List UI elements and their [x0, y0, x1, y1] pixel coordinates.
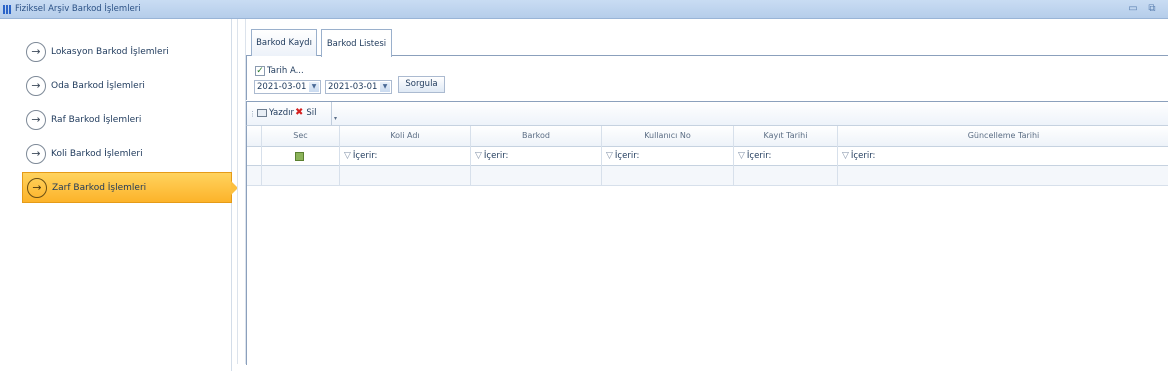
- row-indicator-filter: [247, 147, 262, 166]
- select-all-checkbox[interactable]: [295, 152, 304, 161]
- column-header-kayit-tarihi[interactable]: Kayıt Tarihi: [734, 126, 838, 147]
- sidebar-item-label: Raf Barkod İşlemleri: [51, 114, 142, 125]
- delete-x-icon: ✖: [295, 107, 304, 118]
- filter-operator: İçerir:: [483, 151, 509, 161]
- filter-cell-guncelleme-tarihi[interactable]: ▽ İçerir:: [838, 147, 1168, 166]
- tab-barkod-kaydi[interactable]: Barkod Kaydı: [251, 29, 317, 56]
- delete-button[interactable]: ✖ Sil: [295, 107, 317, 118]
- sidebar-item-label: Zarf Barkod İşlemleri: [52, 182, 147, 193]
- table-cell[interactable]: [262, 166, 340, 186]
- new-item-row[interactable]: [247, 166, 1168, 186]
- dropdown-arrow-icon[interactable]: ▼: [380, 82, 390, 92]
- table-cell[interactable]: [602, 166, 734, 186]
- sidebar-item-label: Lokasyon Barkod İşlemleri: [51, 46, 169, 57]
- table-cell[interactable]: [471, 166, 602, 186]
- delete-label: Sil: [306, 107, 317, 118]
- table-cell[interactable]: [340, 166, 471, 186]
- filter-operator: İçerir:: [850, 151, 876, 161]
- sidebar-item-raf[interactable]: → Raf Barkod İşlemleri: [22, 104, 232, 135]
- grid-toolbar: ⋮ Yazdır ✖ Sil ▾: [246, 101, 1168, 126]
- column-header-guncelleme-tarihi[interactable]: Güncelleme Tarihi: [838, 126, 1168, 147]
- filter-cell-kayit-tarihi[interactable]: ▽ İçerir:: [734, 147, 838, 166]
- start-date-field[interactable]: 2021-03-01 ▼: [254, 80, 321, 94]
- filter-icon[interactable]: ▽: [475, 151, 482, 161]
- table-cell[interactable]: [838, 166, 1168, 186]
- grid-filter-row: ▽ İçerir: ▽ İçerir: ▽ İçerir: ▽ İçerir: ▽ İçe…: [247, 147, 1168, 166]
- filter-cell-kullanici-no[interactable]: ▽ İçerir:: [602, 147, 734, 166]
- row-indicator-header: [247, 126, 262, 147]
- sidebar-item-lokasyon[interactable]: → Lokasyon Barkod İşlemleri: [22, 36, 232, 67]
- sidebar-nav: → Lokasyon Barkod İşlemleri → Oda Barkod…: [0, 19, 238, 371]
- toolbar-grip-icon[interactable]: ⋮: [249, 110, 256, 118]
- window-title: Fiziksel Arşiv Barkod İşlemleri: [15, 4, 141, 14]
- data-grid: Sec Koli Adı Barkod Kullanıcı No Kayıt T…: [246, 125, 1168, 365]
- start-date-value: 2021-03-01: [257, 82, 307, 92]
- filter-icon[interactable]: ▽: [344, 151, 351, 161]
- column-header-barkod[interactable]: Barkod: [471, 126, 602, 147]
- table-cell[interactable]: [734, 166, 838, 186]
- filter-cell-koli-adi[interactable]: ▽ İçerir:: [340, 147, 471, 166]
- grid-header-row: Sec Koli Adı Barkod Kullanıcı No Kayıt T…: [247, 126, 1168, 147]
- date-filter-toggle[interactable]: ✓ Tarih A...: [255, 66, 304, 76]
- tab-container: Barkod Kaydı Barkod Listesi ✓ Tarih A...…: [246, 19, 1168, 365]
- filter-icon[interactable]: ▽: [842, 151, 849, 161]
- end-date-value: 2021-03-01: [328, 82, 378, 92]
- row-indicator: [247, 166, 262, 186]
- print-button[interactable]: Yazdır: [257, 108, 294, 118]
- title-bar: Fiziksel Arşiv Barkod İşlemleri ▭ ⧉: [0, 0, 1168, 19]
- arrow-right-icon: →: [26, 143, 46, 164]
- tab-barkod-listesi[interactable]: Barkod Listesi: [321, 29, 392, 57]
- tab-strip: Barkod Kaydı Barkod Listesi: [246, 19, 1168, 57]
- sidebar-item-zarf[interactable]: → Zarf Barkod İşlemleri: [22, 172, 238, 203]
- sidebar-item-label: Oda Barkod İşlemleri: [51, 80, 145, 91]
- toolbar-overflow-icon[interactable]: ▾: [331, 102, 339, 126]
- sidebar-item-koli[interactable]: → Koli Barkod İşlemleri: [22, 138, 232, 169]
- printer-icon: [257, 109, 267, 117]
- query-button[interactable]: Sorgula: [398, 76, 445, 93]
- splitter[interactable]: [237, 19, 246, 364]
- minimize-button[interactable]: ▭: [1127, 3, 1139, 15]
- restore-button[interactable]: ⧉: [1146, 3, 1158, 15]
- filter-operator: İçerir:: [746, 151, 772, 161]
- arrow-right-icon: →: [26, 75, 46, 96]
- date-filter-label: Tarih A...: [267, 66, 304, 76]
- column-header-koli-adi[interactable]: Koli Adı: [340, 126, 471, 147]
- dropdown-arrow-icon[interactable]: ▼: [309, 82, 319, 92]
- end-date-field[interactable]: 2021-03-01 ▼: [325, 80, 392, 94]
- filter-icon[interactable]: ▽: [738, 151, 745, 161]
- print-label: Yazdır: [269, 108, 294, 118]
- filter-panel: ✓ Tarih A... 2021-03-01 ▼ 2021-03-01 ▼ S…: [246, 56, 1168, 100]
- column-header-sec[interactable]: Sec: [262, 126, 340, 147]
- date-filter-checkbox[interactable]: ✓: [255, 66, 265, 76]
- sidebar-item-oda[interactable]: → Oda Barkod İşlemleri: [22, 70, 232, 101]
- filter-operator: İçerir:: [352, 151, 378, 161]
- arrow-right-icon: →: [27, 177, 47, 198]
- select-all-cell[interactable]: [262, 147, 340, 166]
- sidebar-item-label: Koli Barkod İşlemleri: [51, 148, 143, 159]
- filter-cell-barkod[interactable]: ▽ İçerir:: [471, 147, 602, 166]
- filter-operator: İçerir:: [614, 151, 640, 161]
- filter-icon[interactable]: ▽: [606, 151, 613, 161]
- column-header-kullanici-no[interactable]: Kullanıcı No: [602, 126, 734, 147]
- app-icon: [3, 5, 13, 14]
- arrow-right-icon: →: [26, 109, 46, 130]
- arrow-right-icon: →: [26, 41, 46, 62]
